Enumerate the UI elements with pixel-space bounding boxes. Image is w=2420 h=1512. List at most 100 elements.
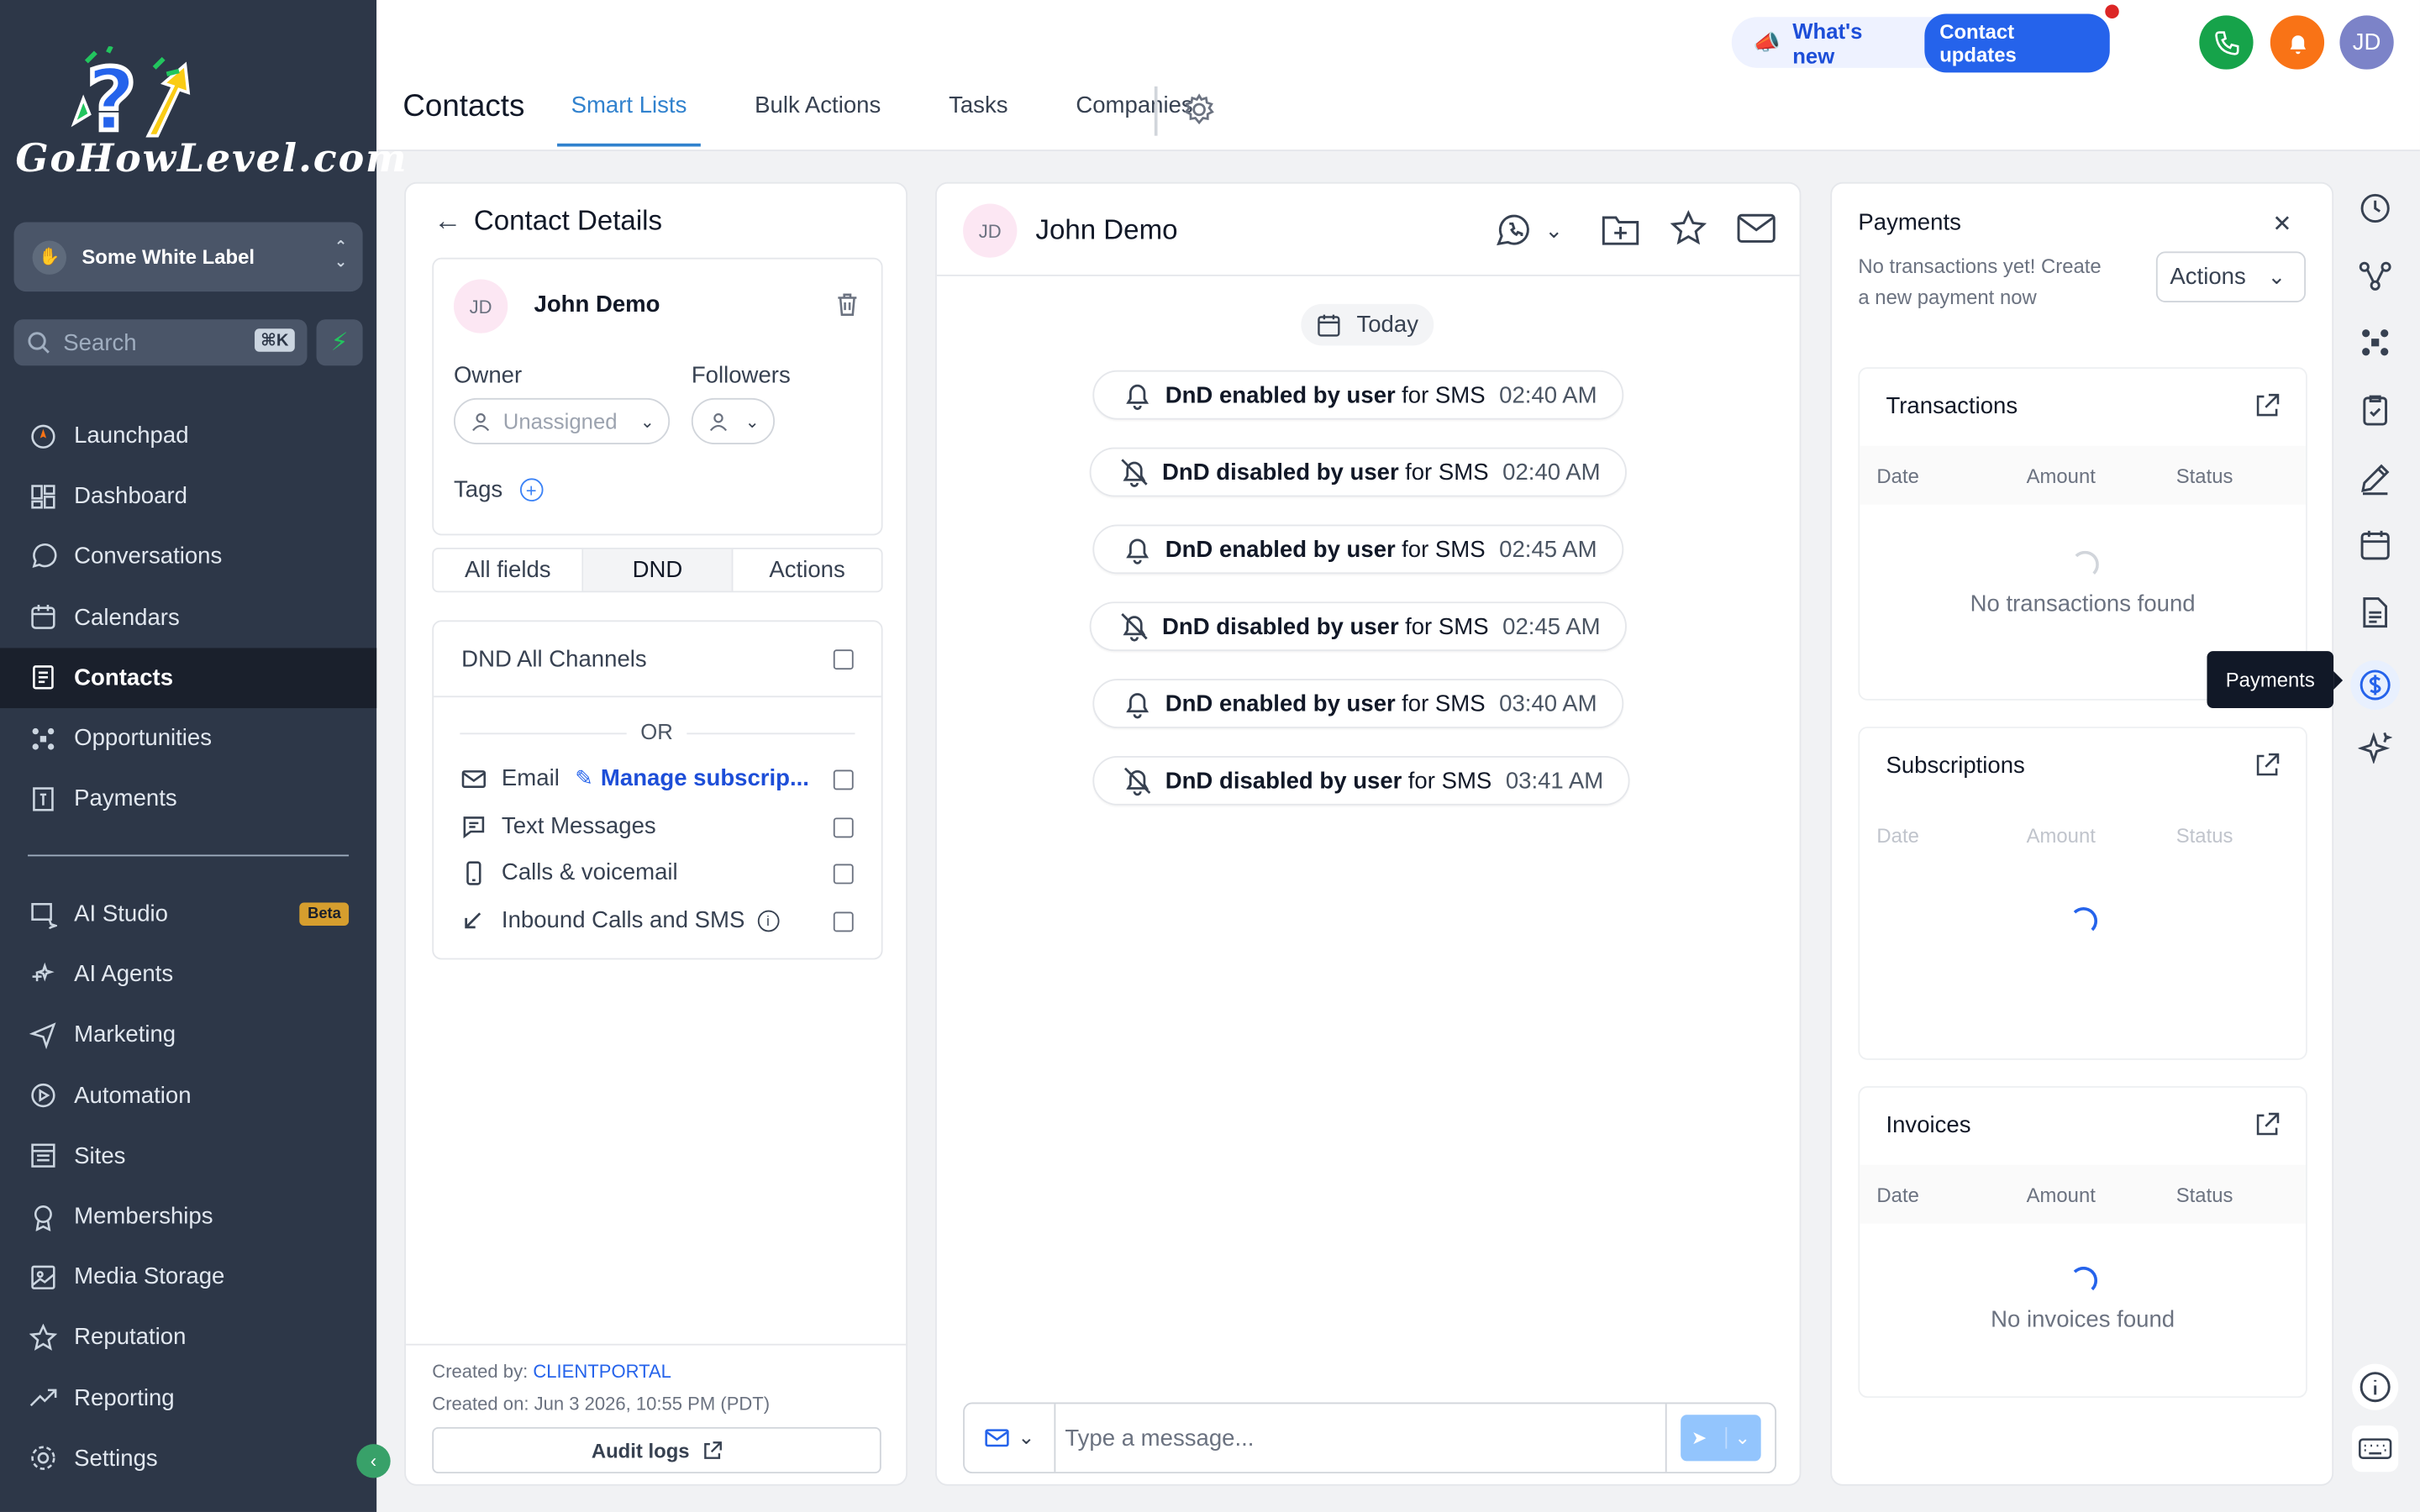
sidebar-item-launchpad[interactable]: Launchpad — [0, 406, 376, 466]
call-chat-icon — [1497, 214, 1529, 246]
dnd-inbound-checkbox[interactable] — [833, 911, 854, 932]
sidebar-item-label: Automation — [74, 1082, 192, 1109]
account-switcher[interactable]: ✋ Some White Label ⌃ ⌄ — [13, 222, 363, 292]
star-favorite-icon[interactable] — [1670, 209, 1707, 247]
notifications-button[interactable] — [2270, 15, 2325, 70]
chevron-down-icon: ⌄ — [1544, 217, 1564, 242]
contact-summary-card: JD John Demo Owner Followers Unassigned … — [432, 257, 883, 536]
sidebar-item-calendars[interactable]: Calendars — [0, 587, 376, 648]
dnd-text-checkbox[interactable] — [833, 817, 854, 838]
user-avatar[interactable]: JD — [2339, 15, 2394, 70]
sparkle-ai-icon[interactable] — [2357, 728, 2394, 765]
info-icon[interactable] — [2352, 1363, 2399, 1410]
sidebar-item-conversations[interactable]: Conversations — [0, 527, 376, 587]
collapse-sidebar-button[interactable]: ‹ — [356, 1444, 391, 1478]
sidebar-item-reputation[interactable]: Reputation — [0, 1307, 376, 1368]
column-amount: Amount — [2026, 1182, 2096, 1206]
settings-gear-icon[interactable] — [1182, 92, 1216, 126]
gear-icon — [28, 1443, 59, 1474]
sites-icon — [28, 1141, 59, 1172]
send-button[interactable]: ➤ ⌄ — [1681, 1415, 1761, 1462]
payments-actions-dropdown[interactable]: Actions ⌄ — [2155, 251, 2307, 302]
megaphone-icon: 📣 — [1753, 29, 1781, 55]
sidebar-item-media-storage[interactable]: Media Storage — [0, 1247, 376, 1307]
chevron-down-icon: ⌄ — [1018, 1425, 1035, 1449]
chevron-left-icon: ‹ — [370, 1450, 377, 1473]
details-segmented-control: All fields DND Actions — [432, 548, 883, 593]
delete-icon[interactable] — [834, 290, 861, 318]
search-input[interactable]: Search ⌘K — [13, 319, 308, 366]
sidebar-item-settings[interactable]: Settings — [0, 1428, 376, 1488]
created-by-link[interactable]: CLIENTPORTAL — [533, 1361, 671, 1383]
calendar-icon[interactable] — [2357, 526, 2394, 563]
sidebar-item-label: Reputation — [74, 1324, 187, 1351]
dnd-calls-checkbox[interactable] — [833, 864, 854, 885]
tab-smart-lists[interactable]: Smart Lists — [557, 92, 701, 147]
email-compose-icon[interactable] — [1736, 213, 1776, 244]
brand-logo[interactable]: ? GoHowLevel.com — [13, 46, 407, 188]
sidebar-item-contacts[interactable]: Contacts — [0, 647, 377, 708]
manage-subscriptions-link[interactable]: Manage subscrip... — [601, 765, 809, 791]
dnd-email-checkbox[interactable] — [833, 769, 854, 790]
sidebar-item-automation[interactable]: Automation — [0, 1065, 376, 1126]
automation-icon — [28, 1080, 59, 1111]
dashboard-icon — [28, 481, 59, 512]
followers-select[interactable]: ⌄ — [691, 397, 776, 444]
sidebar-item-label: Calendars — [74, 604, 180, 631]
sidebar-item-dashboard[interactable]: Dashboard — [0, 466, 376, 527]
logo-graphic-icon: ? — [71, 46, 191, 139]
created-on: Created on: Jun 3 2026, 10:55 PM (PDT) — [432, 1393, 771, 1415]
sidebar-item-opportunities[interactable]: Opportunities — [0, 708, 376, 769]
call-menu-button[interactable]: ⌄ — [1492, 210, 1563, 250]
conversation-contact-name: John Demo — [1035, 214, 1178, 246]
add-tag-icon[interactable]: + — [519, 478, 543, 501]
sidebar-item-marketing[interactable]: Marketing — [0, 1005, 376, 1065]
document-icon[interactable] — [2357, 594, 2394, 631]
tasks-icon[interactable] — [2357, 392, 2394, 429]
dnd-all-checkbox[interactable] — [833, 649, 854, 670]
loading-spinner — [2070, 550, 2099, 579]
bell-off-icon — [1121, 613, 1148, 642]
payments-dollar-icon[interactable] — [2350, 660, 2401, 710]
contact-updates-label: Contact updates — [1939, 18, 2017, 66]
pen-icon[interactable] — [2357, 459, 2394, 496]
segment-all-fields[interactable]: All fields — [434, 549, 584, 591]
tab-tasks[interactable]: Tasks — [935, 92, 1022, 146]
whats-new-label: What's new — [1792, 18, 1863, 67]
column-status: Status — [2175, 822, 2233, 847]
add-to-folder-icon[interactable] — [1601, 212, 1641, 249]
external-link-icon[interactable] — [2254, 393, 2280, 417]
sidebar-item-ai-agents[interactable]: AI Agents — [0, 944, 376, 1005]
history-icon[interactable] — [2357, 190, 2394, 227]
external-link-icon[interactable] — [2254, 1112, 2280, 1137]
sidebar-item-memberships[interactable]: Memberships — [0, 1186, 376, 1247]
logo-text: GoHowLevel.com — [15, 135, 408, 181]
segment-dnd[interactable]: DND — [583, 549, 734, 591]
quick-actions-button[interactable]: ⚡ — [316, 319, 363, 366]
close-icon[interactable]: ✕ — [2272, 210, 2291, 238]
chevron-down-icon: ⌄ — [744, 412, 760, 432]
owner-select[interactable]: Unassigned ⌄ — [453, 397, 671, 444]
sidebar-item-ai-studio[interactable]: AI Studio Beta — [0, 884, 376, 944]
external-link-icon[interactable] — [2254, 753, 2280, 777]
top-header: Contacts Smart Lists Bulk Actions Tasks … — [376, 0, 2420, 151]
message-input[interactable]: Type a message... — [1055, 1404, 1667, 1473]
account-name: Some White Label — [82, 245, 255, 269]
back-arrow-icon[interactable]: ← — [434, 205, 461, 238]
opportunities-icon[interactable] — [2357, 324, 2394, 361]
audit-logs-button[interactable]: Audit logs — [432, 1426, 881, 1474]
sidebar-item-payments[interactable]: Payments — [0, 769, 376, 829]
channel-select[interactable]: ⌄ — [965, 1404, 1056, 1473]
workflow-icon[interactable] — [2357, 258, 2394, 295]
contact-meta: Created by: CLIENTPORTAL Created on: Jun… — [406, 1343, 907, 1431]
tab-bulk-actions[interactable]: Bulk Actions — [741, 92, 895, 146]
segment-actions[interactable]: Actions — [733, 549, 881, 591]
sidebar-item-sites[interactable]: Sites — [0, 1126, 376, 1186]
sidebar-item-reporting[interactable]: Reporting — [0, 1368, 376, 1428]
keyboard-icon[interactable] — [2352, 1425, 2399, 1473]
whats-new-button[interactable]: 📣 What's new Contact updates — [1731, 3, 2119, 72]
event-title: DnD disabled by user — [1162, 613, 1399, 640]
info-icon[interactable]: i — [757, 909, 779, 932]
phone-button[interactable] — [2199, 15, 2254, 70]
contact-updates-badge[interactable]: Contact updates — [1923, 3, 2119, 72]
